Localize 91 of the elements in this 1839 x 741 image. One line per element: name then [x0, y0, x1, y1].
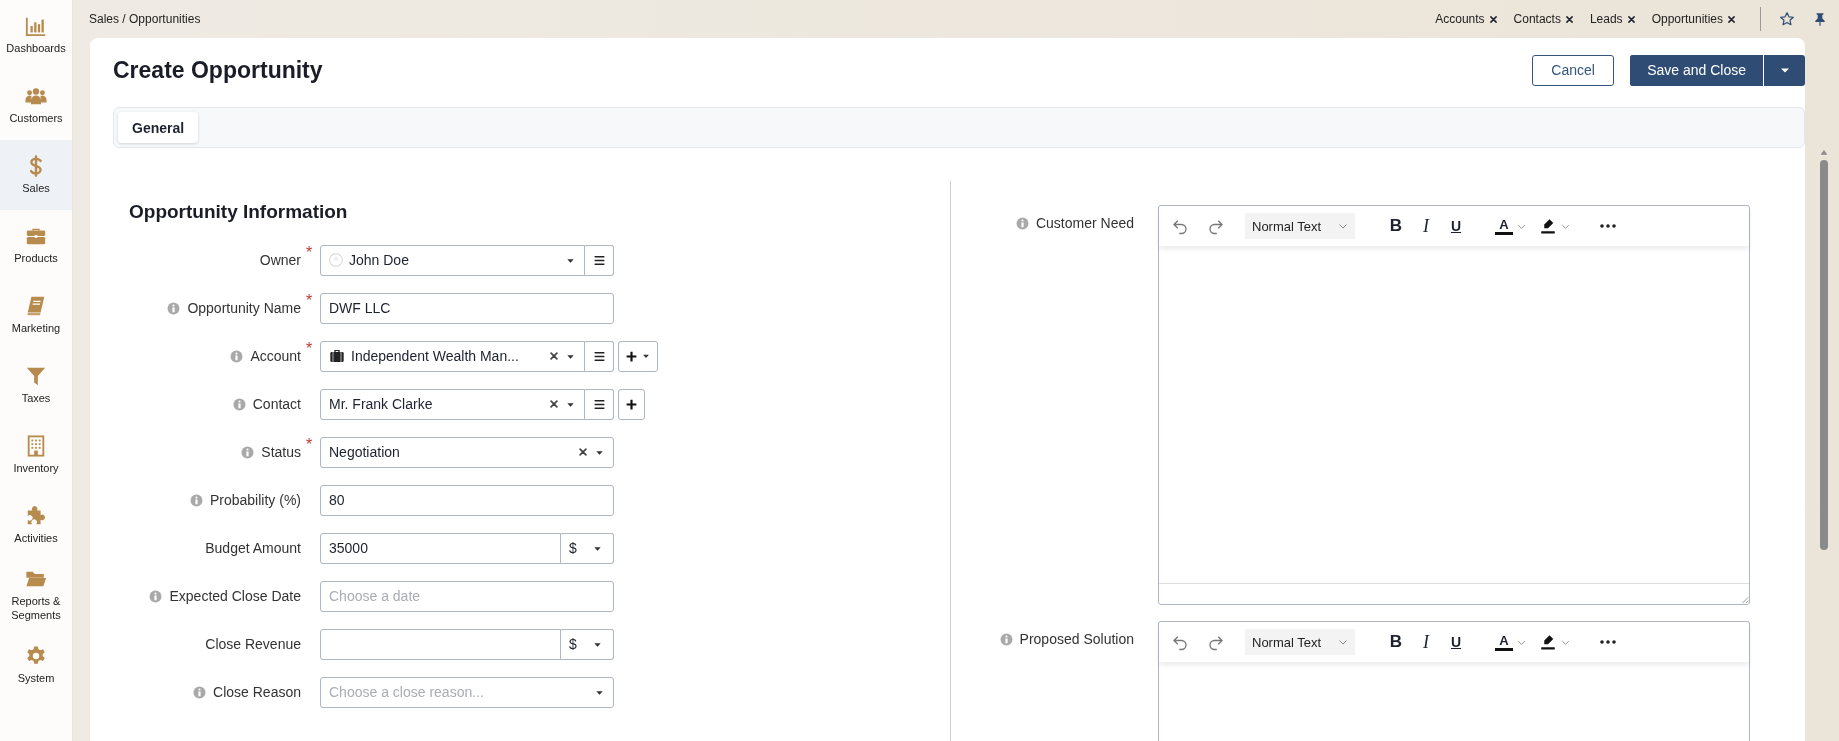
required-mark: *: [306, 244, 313, 261]
list-icon: [592, 253, 606, 267]
input-field[interactable]: 35000: [320, 532, 561, 564]
redo-icon[interactable]: [1207, 217, 1225, 235]
scrollbar[interactable]: [1817, 148, 1831, 550]
field-label: Account: [250, 348, 301, 364]
gear-icon: [25, 644, 47, 667]
field-label: Probability (%): [209, 492, 301, 508]
select-field[interactable]: Independent Wealth Man...: [320, 340, 585, 372]
plus-icon: [625, 397, 638, 411]
field-label: Close Revenue: [205, 636, 301, 652]
clear-icon[interactable]: [549, 351, 559, 361]
field-label: Opportunity Name: [187, 300, 301, 316]
breadcrumb: Sales / Opportunities: [89, 12, 202, 26]
undo-icon[interactable]: [1171, 633, 1189, 651]
pin-icon[interactable]: [1813, 11, 1827, 27]
format-select[interactable]: Normal Text: [1245, 213, 1355, 239]
sidebar-item[interactable]: Activities: [0, 490, 72, 560]
clear-icon[interactable]: [549, 399, 559, 409]
field-label: Contact: [252, 396, 301, 412]
required-mark: *: [306, 292, 313, 309]
underline-button[interactable]: U: [1441, 218, 1471, 234]
rich-text-editor[interactable]: Normal Text B I U A: [1158, 205, 1750, 605]
scroll-up-icon[interactable]: [1819, 148, 1829, 156]
sidebar-item[interactable]: Inventory: [0, 420, 72, 490]
redo-icon[interactable]: [1207, 633, 1225, 651]
rich-text-editor[interactable]: Normal Text B I U A: [1158, 621, 1750, 741]
undo-icon[interactable]: [1171, 217, 1189, 235]
select-field[interactable]: John Doe: [320, 244, 585, 276]
field-label: Customer Need: [1035, 215, 1134, 231]
currency-select[interactable]: $: [561, 532, 614, 564]
list-icon: [592, 397, 606, 411]
input-field[interactable]: DWF LLC: [320, 292, 614, 324]
bold-button[interactable]: B: [1381, 632, 1411, 652]
input-field[interactable]: [320, 628, 561, 660]
recent-tab[interactable]: Opportunities: [1651, 12, 1736, 26]
input-field[interactable]: 80: [320, 484, 614, 516]
italic-button[interactable]: I: [1411, 215, 1441, 237]
building-icon: [25, 434, 47, 457]
add-button[interactable]: [618, 340, 658, 372]
sidebar-item[interactable]: Customers: [0, 70, 72, 140]
field-label: Proposed Solution: [1019, 631, 1134, 647]
star-icon[interactable]: [1779, 11, 1795, 27]
currency-select[interactable]: $: [561, 628, 614, 660]
close-icon[interactable]: [1626, 14, 1636, 24]
field-label: Status: [261, 444, 301, 460]
cancel-button[interactable]: Cancel: [1532, 54, 1615, 86]
clear-icon[interactable]: [578, 447, 588, 457]
add-button[interactable]: [618, 388, 645, 420]
plus-icon: [625, 349, 638, 363]
tab[interactable]: General: [118, 112, 199, 143]
font-color-button[interactable]: A: [1495, 217, 1513, 235]
page-title: Create Opportunity: [113, 56, 324, 84]
required-mark: *: [306, 340, 313, 357]
close-icon[interactable]: [1727, 14, 1736, 24]
field-label: Expected Close Date: [169, 588, 301, 604]
font-color-button[interactable]: A: [1495, 633, 1513, 651]
sidebar-item[interactable]: Dashboards: [0, 0, 72, 70]
puzzle-piece-icon: [25, 504, 47, 527]
underline-button[interactable]: U: [1441, 634, 1471, 650]
sidebar-item[interactable]: Products: [0, 210, 72, 280]
italic-button[interactable]: I: [1411, 631, 1441, 653]
list-button[interactable]: [585, 388, 614, 420]
list-button[interactable]: [585, 340, 614, 372]
briefcase-icon: [329, 348, 345, 364]
avatar-icon: [329, 253, 343, 267]
field-label: Owner: [259, 252, 301, 268]
field-label: Close Reason: [213, 684, 301, 700]
close-icon[interactable]: [1488, 14, 1498, 24]
sidebar-item[interactable]: Sales: [0, 140, 72, 210]
book-icon: [25, 294, 47, 317]
sidebar-item[interactable]: Reports & Segments: [0, 560, 72, 630]
recent-tab[interactable]: Accounts: [1435, 12, 1498, 26]
field-label: Budget Amount: [205, 540, 301, 556]
section-title: Opportunity Information: [129, 201, 349, 223]
close-icon[interactable]: [1564, 14, 1574, 24]
sidebar-item[interactable]: Taxes: [0, 350, 72, 420]
resize-handle-icon[interactable]: [1739, 594, 1749, 604]
recent-tab[interactable]: Contacts: [1513, 12, 1574, 26]
highlighter-icon[interactable]: [1539, 633, 1557, 651]
list-button[interactable]: [585, 244, 614, 276]
required-mark: *: [306, 436, 313, 453]
sidebar-item[interactable]: Marketing: [0, 280, 72, 350]
recent-tab[interactable]: Leads: [1589, 12, 1636, 26]
format-select[interactable]: Normal Text: [1245, 629, 1355, 655]
sidebar-item[interactable]: System: [0, 630, 72, 700]
highlighter-icon[interactable]: [1539, 217, 1557, 235]
select-field[interactable]: Negotiation: [320, 436, 614, 468]
bold-button[interactable]: B: [1381, 216, 1411, 236]
select-field[interactable]: Mr. Frank Clarke: [320, 388, 585, 420]
list-icon: [592, 349, 606, 363]
